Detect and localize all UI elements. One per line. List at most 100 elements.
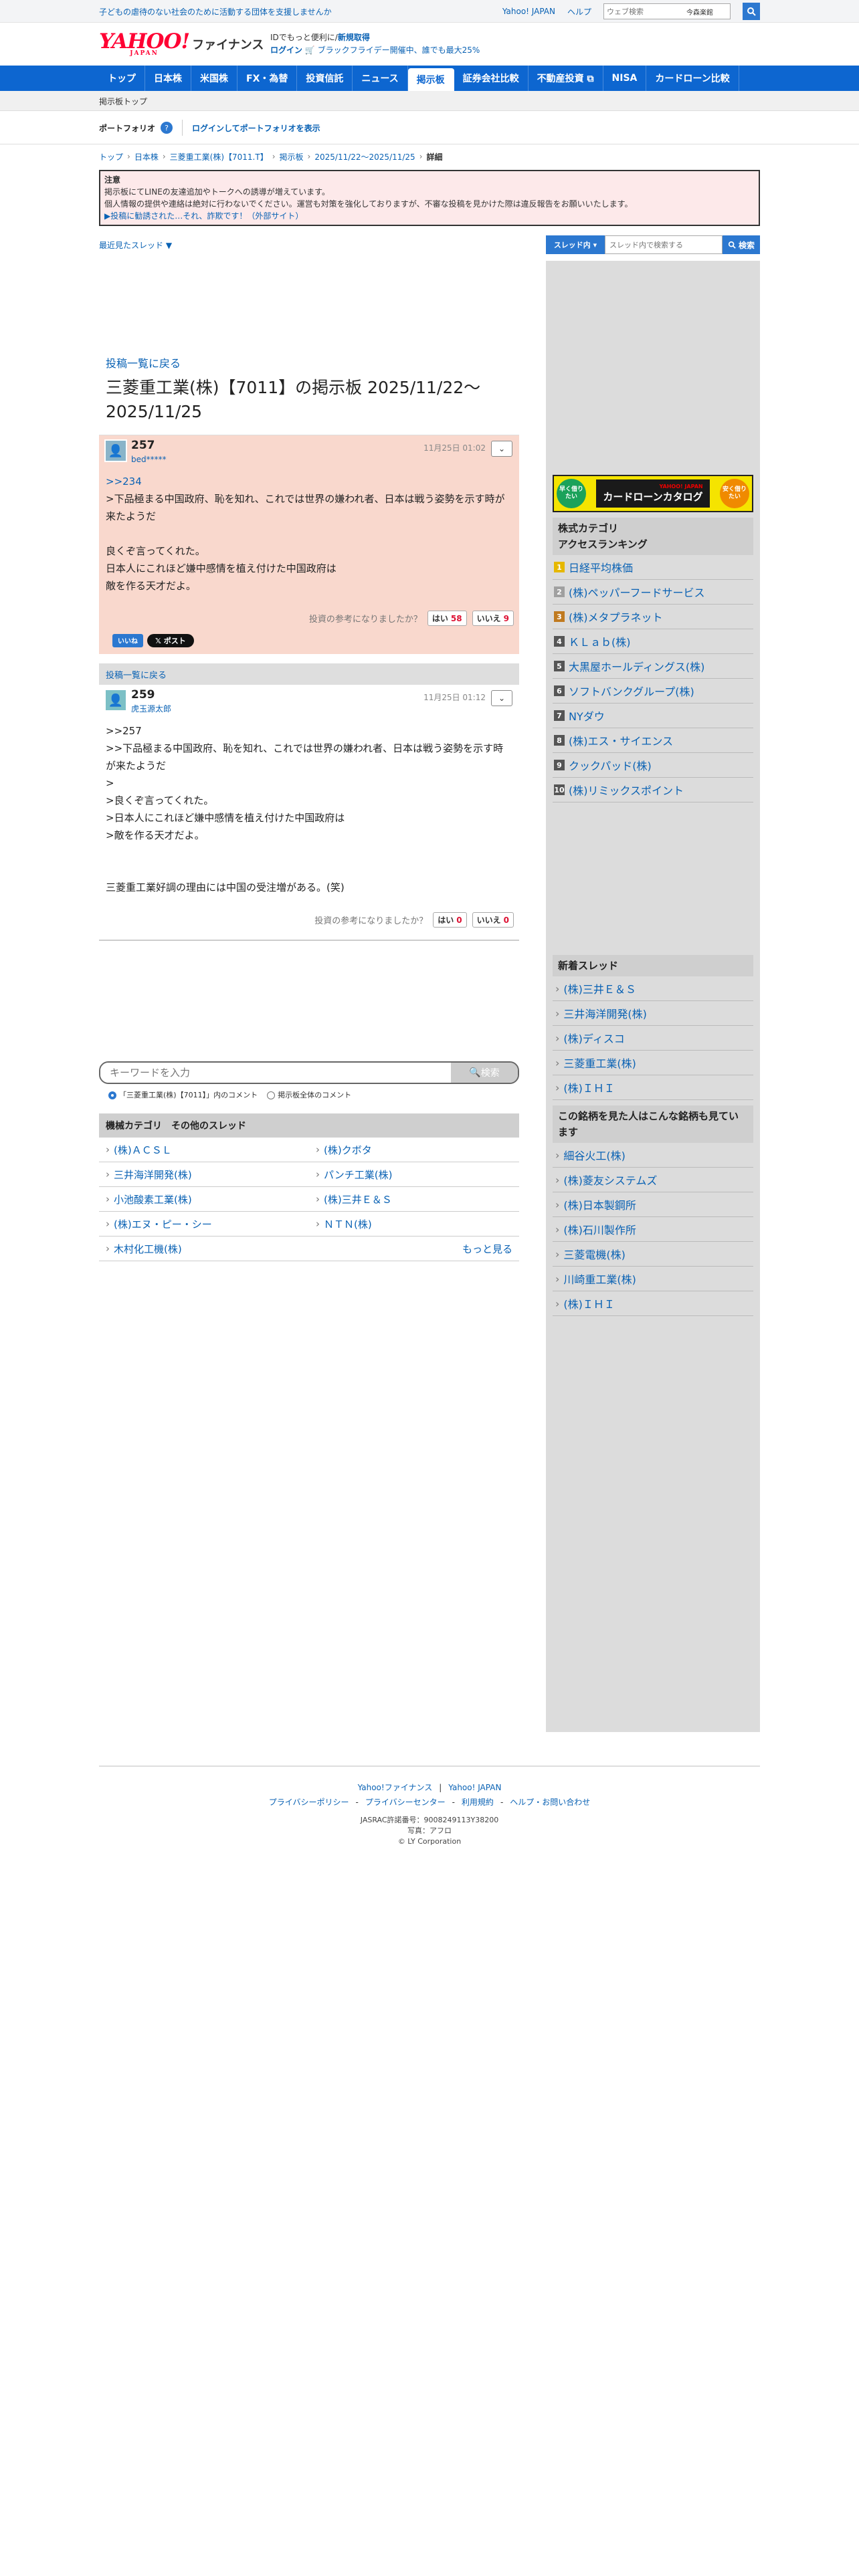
ranking-link[interactable]: NYダウ: [569, 708, 605, 724]
post-user[interactable]: bed*****: [131, 455, 167, 464]
breadcrumb-item[interactable]: 掲示板: [280, 151, 304, 163]
scope-radio-all[interactable]: 掲示板全体のコメント: [267, 1089, 351, 1100]
also-viewed-link[interactable]: (株)菱友システムズ: [553, 1168, 753, 1192]
new-thread-link[interactable]: (株)ディスコ: [553, 1026, 753, 1051]
vote-yes-button[interactable]: はい 0: [433, 912, 467, 928]
nav-item[interactable]: ニュース: [353, 66, 408, 91]
vote-yes-button[interactable]: はい 58: [427, 611, 467, 626]
thread-search-button[interactable]: 検索: [723, 235, 760, 254]
ranking-link[interactable]: (株)メタプラネット: [569, 609, 663, 625]
campaign-link[interactable]: 子どもの虐待のない社会のために活動する団体を支援しませんか: [99, 6, 502, 17]
also-viewed-link[interactable]: (株)日本製鋼所: [553, 1192, 753, 1217]
footer-link[interactable]: プライバシーポリシー: [269, 1795, 349, 1810]
ranking-link[interactable]: (株)エス・サイエンス: [569, 732, 673, 748]
thread-link[interactable]: ＮＴＮ(株): [309, 1212, 519, 1237]
breadcrumb-item[interactable]: 2025/11/22〜2025/11/25: [314, 151, 415, 163]
nav-item[interactable]: 日本株: [145, 66, 191, 91]
breadcrumb-item[interactable]: トップ: [99, 151, 123, 163]
footer-link[interactable]: ヘルプ・お問い合わせ: [510, 1795, 590, 1810]
new-thread-link[interactable]: 三菱重工業(株): [553, 1051, 753, 1075]
footer-link[interactable]: Yahoo! JAPAN: [448, 1780, 501, 1795]
also-viewed-link[interactable]: 川崎重工業(株): [553, 1267, 753, 1291]
ranking-item[interactable]: 10 (株)リミックスポイント: [553, 778, 753, 802]
ranking-link[interactable]: クックパッド(株): [569, 757, 652, 773]
board-top-link[interactable]: 掲示板トップ: [99, 96, 147, 107]
footer-link[interactable]: プライバシーセンター: [365, 1795, 446, 1810]
ranking-item[interactable]: 6 ソフトバンクグループ(株): [553, 679, 753, 704]
scam-info-link[interactable]: ▶投稿に勧誘された…それ、詐欺です！（外部サイト）: [104, 211, 303, 221]
portfolio-login-link[interactable]: ログインしてポートフォリオを表示: [192, 122, 320, 134]
thread-link[interactable]: 三井海洋開発(株): [99, 1162, 309, 1187]
ranking-item[interactable]: 9 クックパッド(株): [553, 753, 753, 778]
reply-link[interactable]: >>234: [106, 475, 142, 488]
keyword-input[interactable]: [100, 1063, 451, 1083]
also-viewed-link[interactable]: 細谷火工(株): [553, 1143, 753, 1168]
ranking-item[interactable]: 2 (株)ペッパーフードサービス: [553, 580, 753, 605]
thread-link[interactable]: (株)三井Ｅ＆Ｓ: [309, 1187, 519, 1212]
post-number[interactable]: 259: [131, 689, 171, 702]
ranking-item[interactable]: 8 (株)エス・サイエンス: [553, 728, 753, 753]
promo-link[interactable]: ブラックフライデー開催中、誰でも最大25%: [318, 45, 480, 55]
thread-link[interactable]: (株)エヌ・ピー・シー: [99, 1212, 309, 1237]
card-loan-banner[interactable]: 早く借りたい YAHOO! JAPAN カードローンカタログ 安く借りたい: [553, 475, 753, 512]
ranking-link[interactable]: ソフトバンクグループ(株): [569, 683, 694, 699]
nav-item[interactable]: 不動産投資 ⧉: [529, 66, 603, 91]
ranking-link[interactable]: (株)ペッパーフードサービス: [569, 584, 705, 600]
thread-link[interactable]: 木村化工機(株): [99, 1237, 309, 1261]
vote-no-button[interactable]: いいえ 0: [472, 912, 514, 928]
also-viewed-link[interactable]: (株)石川製作所: [553, 1217, 753, 1242]
nav-item[interactable]: カードローン比較: [646, 66, 739, 91]
search-scope-select[interactable]: スレッド内 ▾: [546, 235, 605, 254]
new-thread-link[interactable]: (株)ＩＨＩ: [553, 1075, 753, 1100]
thread-link[interactable]: パンチ工業(株): [309, 1162, 519, 1187]
ranking-link[interactable]: 日経平均株価: [569, 559, 633, 575]
nav-item[interactable]: トップ: [99, 66, 145, 91]
post-number[interactable]: 257: [131, 439, 167, 452]
thread-link[interactable]: (株)ＡＣＳＬ: [99, 1138, 309, 1162]
web-search-input[interactable]: [604, 4, 684, 19]
nav-item[interactable]: 証券会社比較: [454, 66, 529, 91]
avatar[interactable]: 👤: [104, 439, 127, 462]
chevron-down-icon[interactable]: ⌄: [491, 441, 512, 457]
thread-link[interactable]: (株)クボタ: [309, 1138, 519, 1162]
back-to-list-link[interactable]: 投稿一覧に戻る: [106, 668, 167, 681]
thread-link[interactable]: 小池酸素工業(株): [99, 1187, 309, 1212]
scope-radio-thread[interactable]: 「三菱重工業(株)【7011】」内のコメント: [108, 1089, 258, 1100]
ranking-item[interactable]: 4 ＫＬａｂ(株): [553, 629, 753, 654]
help-icon[interactable]: ?: [161, 122, 173, 134]
also-viewed-link[interactable]: 三菱電機(株): [553, 1242, 753, 1267]
ranking-item[interactable]: 3 (株)メタプラネット: [553, 605, 753, 629]
nav-item[interactable]: 投資信託: [297, 66, 353, 91]
ranking-link[interactable]: (株)リミックスポイント: [569, 782, 684, 798]
x-post-button[interactable]: 𝕏 ポスト: [147, 634, 194, 647]
nav-item[interactable]: FX・為替: [237, 66, 298, 91]
post-user[interactable]: 虎玉源太郎: [131, 704, 171, 714]
thread-search-input[interactable]: [605, 235, 723, 254]
vote-no-button[interactable]: いいえ 9: [472, 611, 514, 626]
login-link[interactable]: ログイン: [270, 45, 302, 55]
new-thread-link[interactable]: (株)三井Ｅ＆Ｓ: [553, 976, 753, 1001]
ranking-item[interactable]: 5 大黒屋ホールディングス(株): [553, 654, 753, 679]
ranking-item[interactable]: 7 NYダウ: [553, 704, 753, 728]
nav-item[interactable]: 米国株: [191, 66, 237, 91]
yahoo-japan-link[interactable]: Yahoo! JAPAN: [502, 7, 555, 16]
signup-link[interactable]: 新規取得: [338, 33, 370, 42]
footer-link[interactable]: Yahoo!ファイナンス: [358, 1780, 433, 1795]
help-link[interactable]: ヘルプ: [567, 6, 591, 17]
ranking-link[interactable]: 大黒屋ホールディングス(株): [569, 658, 704, 674]
facebook-share-button[interactable]: いいね: [112, 634, 143, 647]
more-link[interactable]: もっと見る: [309, 1237, 519, 1261]
nav-item[interactable]: 掲示板: [407, 68, 454, 91]
avatar[interactable]: 👤: [104, 689, 127, 712]
web-search-button[interactable]: [743, 3, 760, 20]
ranking-item[interactable]: 1 日経平均株価: [553, 555, 753, 580]
recent-threads-dropdown[interactable]: 最近見たスレッド ▼: [99, 239, 172, 251]
nav-item[interactable]: NISA: [603, 66, 647, 91]
breadcrumb-item[interactable]: 日本株: [134, 151, 159, 163]
breadcrumb-item[interactable]: 三菱重工業(株)【7011.T】: [170, 151, 268, 163]
new-thread-link[interactable]: 三井海洋開発(株): [553, 1001, 753, 1026]
footer-link[interactable]: 利用規約: [462, 1795, 494, 1810]
back-to-list-link[interactable]: 投稿一覧に戻る: [99, 354, 519, 370]
chevron-down-icon[interactable]: ⌄: [491, 690, 512, 706]
also-viewed-link[interactable]: (株)ＩＨＩ: [553, 1291, 753, 1316]
